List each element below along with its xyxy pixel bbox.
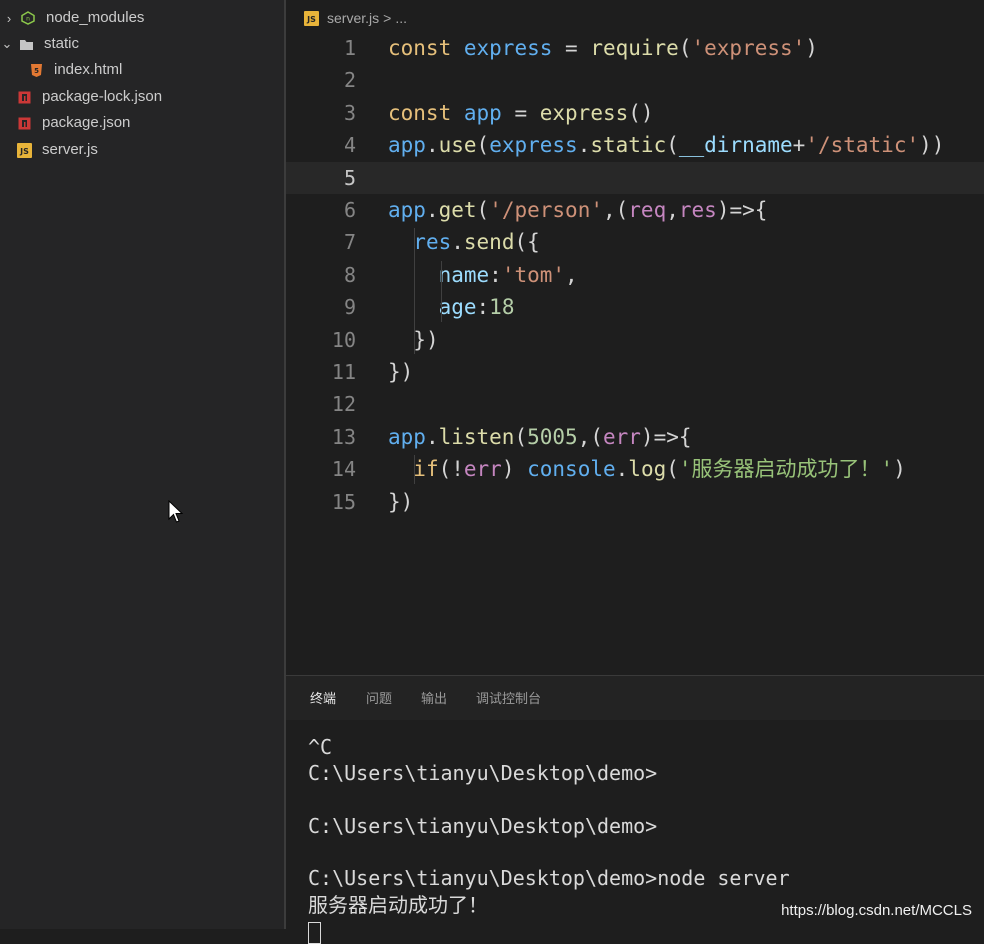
tab-debug-console[interactable]: 调试控制台 bbox=[476, 688, 541, 707]
line-number: 1 bbox=[343, 36, 356, 60]
terminal-line: ^C bbox=[308, 735, 333, 759]
mouse-pointer-icon bbox=[168, 500, 184, 523]
code-editor[interactable]: JS server.js > ... 1 const express = requ… bbox=[286, 0, 984, 675]
code-line[interactable]: 7 res.send({ bbox=[286, 226, 984, 258]
line-number: 9 bbox=[343, 295, 356, 320]
tree-item-server-js[interactable]: JS server.js bbox=[16, 137, 98, 163]
indent-guide bbox=[414, 455, 415, 484]
terminal-line: C:\Users\tianyu\Desktop\demo>node server bbox=[308, 866, 790, 891]
tree-item-package-json[interactable]: package.json bbox=[16, 110, 130, 136]
terminal-line: C:\Users\tianyu\Desktop\demo> bbox=[308, 761, 658, 786]
code-text: age:18 bbox=[438, 295, 515, 320]
npm-icon bbox=[16, 89, 32, 105]
svg-text:JS: JS bbox=[19, 147, 29, 156]
code-line[interactable]: 11}) bbox=[286, 356, 984, 388]
terminal-cursor-line bbox=[308, 918, 790, 944]
code-text: app.listen(5005,(err)=>{ bbox=[388, 424, 692, 449]
tab-output[interactable]: 输出 bbox=[421, 688, 447, 707]
terminal-cursor bbox=[308, 921, 321, 944]
code-text: }) bbox=[388, 360, 414, 384]
line-number: 15 bbox=[331, 489, 356, 514]
code-line[interactable]: 9 age:18 bbox=[286, 291, 984, 323]
breadcrumb-file[interactable]: server.js bbox=[327, 10, 379, 26]
line-number: 6 bbox=[343, 198, 356, 222]
js-icon: JS bbox=[16, 142, 32, 158]
line-number: 10 bbox=[331, 327, 356, 352]
js-icon: JS bbox=[304, 10, 319, 26]
html5-icon: 5 bbox=[28, 62, 44, 78]
breadcrumb: JS server.js > ... bbox=[304, 8, 407, 28]
breadcrumb-separator: > bbox=[383, 10, 392, 26]
code-line[interactable]: 4 app.use(express.static(__dirname+'/stat… bbox=[286, 129, 984, 161]
tree-item-label: index.html bbox=[54, 61, 123, 78]
tree-item-label: package.json bbox=[42, 114, 131, 131]
breadcrumb-more[interactable]: ... bbox=[395, 10, 407, 26]
folder-icon bbox=[18, 36, 34, 52]
code-text: const express = require('express') bbox=[388, 36, 818, 60]
tree-item-package-lock-json[interactable]: package-lock.json bbox=[16, 84, 162, 110]
line-number: 8 bbox=[343, 262, 356, 287]
tree-item-label: static bbox=[44, 35, 80, 52]
npm-icon bbox=[16, 115, 32, 131]
tab-terminal[interactable]: 终端 bbox=[310, 688, 336, 707]
indent-guide bbox=[441, 260, 442, 322]
code-text: app.use(express.static(__dirname+'/stati… bbox=[388, 133, 945, 158]
watermark: https://blog.csdn.net/MCCLS bbox=[781, 902, 972, 919]
code-line[interactable]: 15}) bbox=[286, 486, 984, 518]
code-text: }) bbox=[388, 489, 414, 514]
tree-item-static[interactable]: ⌄ static bbox=[0, 31, 79, 57]
indent-guide bbox=[414, 228, 415, 354]
code-line[interactable]: 14 if(!err) console.log('服务器启动成功了！') bbox=[286, 453, 984, 485]
chevron-down-icon: ⌄ bbox=[1, 36, 13, 51]
code-text: name:'tom', bbox=[438, 262, 578, 287]
code-line[interactable]: 10 }) bbox=[286, 324, 984, 356]
node-modules-icon: n bbox=[20, 10, 36, 26]
terminal-panel: 终端 问题 输出 调试控制台 ^C C:\Users\tianyu\Deskto… bbox=[286, 675, 984, 944]
chevron-right-icon: › bbox=[6, 10, 12, 26]
line-number: 14 bbox=[331, 457, 356, 482]
code-line[interactable]: 6 app.get('/person',(req,res)=>{ bbox=[286, 194, 984, 226]
code-text: const app = express() bbox=[388, 100, 654, 125]
line-number: 2 bbox=[343, 68, 356, 93]
terminal-line: C:\Users\tianyu\Desktop\demo> bbox=[308, 813, 658, 838]
svg-text:n: n bbox=[26, 16, 30, 23]
svg-text:JS: JS bbox=[306, 15, 316, 24]
code-text: res.send({ bbox=[413, 230, 540, 255]
code-line[interactable]: 13 app.listen(5005,(err)=>{ bbox=[286, 421, 984, 453]
line-number: 12 bbox=[331, 392, 356, 417]
tree-item-label: package-lock.json bbox=[42, 88, 163, 105]
tree-item-label: node_modules bbox=[46, 9, 145, 26]
line-number: 13 bbox=[331, 424, 356, 449]
line-number: 7 bbox=[343, 230, 356, 255]
tree-item-label: server.js bbox=[42, 141, 98, 158]
line-number: 3 bbox=[343, 100, 356, 125]
code-text: if(!err) console.log('服务器启动成功了！') bbox=[413, 457, 906, 482]
tree-item-index-html[interactable]: 5 index.html bbox=[28, 57, 122, 83]
tab-problems[interactable]: 问题 bbox=[366, 688, 392, 707]
explorer-sidebar: › n node_modules ⌄ static 5 index.html p… bbox=[0, 0, 284, 929]
tree-item-node-modules[interactable]: › n node_modules bbox=[2, 5, 145, 31]
code-line[interactable]: 2 bbox=[286, 64, 984, 96]
line-number: 11 bbox=[331, 360, 356, 384]
code-line[interactable]: 8 name:'tom', bbox=[286, 259, 984, 291]
line-number: 5 bbox=[343, 165, 356, 190]
code-line[interactable]: 5 bbox=[286, 161, 984, 194]
line-number: 4 bbox=[343, 133, 356, 158]
code-line[interactable]: 3 const app = express() bbox=[286, 97, 984, 129]
code-line[interactable]: 1 const express = require('express') bbox=[286, 32, 984, 64]
code-text: app.get('/person',(req,res)=>{ bbox=[388, 198, 768, 222]
terminal-output[interactable]: ^C C:\Users\tianyu\Desktop\demo> C:\User… bbox=[308, 734, 790, 944]
panel-tab-bar: 终端 问题 输出 调试控制台 bbox=[286, 676, 984, 720]
svg-text:5: 5 bbox=[34, 67, 39, 75]
code-line[interactable]: 12 bbox=[286, 388, 984, 420]
terminal-line: 服务器启动成功了！ bbox=[308, 892, 488, 917]
